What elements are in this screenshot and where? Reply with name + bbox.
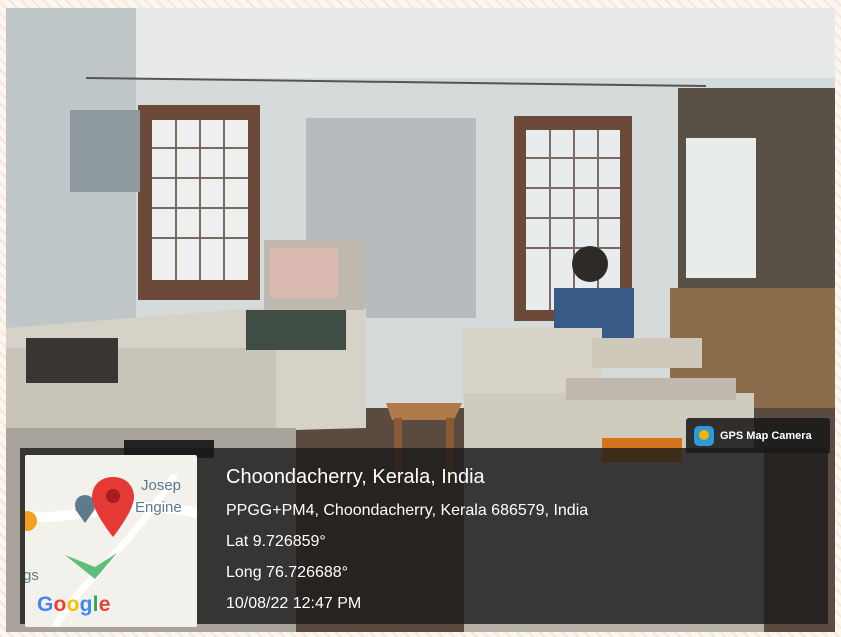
map-label-3: gs bbox=[25, 567, 39, 584]
datetime: 10/08/22 12:47 PM bbox=[226, 595, 362, 612]
map-label-2: Engine bbox=[135, 499, 182, 516]
place-name: Choondacherry, Kerala, India bbox=[226, 466, 485, 488]
latitude: Lat 9.726859° bbox=[226, 533, 326, 550]
location-info: Choondacherry, Kerala, India PPGG+PM4, C… bbox=[226, 466, 588, 625]
longitude: Long 76.726688° bbox=[226, 564, 349, 581]
map-thumbnail[interactable]: Josep Engine gs Google bbox=[25, 455, 197, 627]
map-pin-icon bbox=[92, 477, 134, 537]
address: PPGG+PM4, Choondacherry, Kerala 686579, … bbox=[226, 502, 589, 519]
gps-map-camera-icon bbox=[694, 425, 714, 446]
app-name: GPS Map Camera bbox=[720, 429, 812, 442]
poi-pin-icon bbox=[75, 495, 95, 523]
google-logo: Google bbox=[37, 593, 111, 616]
map-label-1: Josep bbox=[141, 477, 182, 494]
